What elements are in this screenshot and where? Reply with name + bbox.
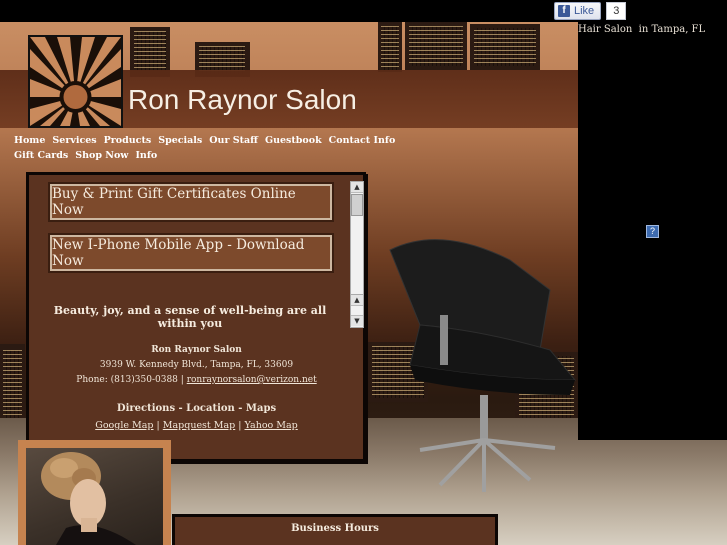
map-separator: | [238, 420, 242, 431]
facebook-like-button[interactable]: f Like [554, 2, 602, 20]
like-label: Like [574, 5, 595, 17]
salon-name: Ron Raynor Salon [151, 345, 242, 355]
directions-title: Directions - Location - Maps [116, 403, 277, 414]
map-links: Google Map | Mapquest Map | Yahoo Map [29, 420, 364, 431]
yahoo-map-link[interactable]: Yahoo Map [245, 420, 298, 431]
facebook-like-widget: f Like 3 [554, 2, 627, 20]
map-separator: | [156, 420, 160, 431]
updo-hairstyle-photo [26, 448, 163, 545]
nav-item-specials[interactable]: Specials [158, 135, 202, 146]
google-map-link[interactable]: Google Map [95, 420, 153, 431]
skyline-building [470, 24, 540, 70]
mapquest-map-link[interactable]: Mapquest Map [163, 420, 235, 431]
nav-item-info[interactable]: Info [135, 150, 157, 161]
mobile-app-button[interactable]: New I-Phone Mobile App - Download Now [50, 235, 332, 271]
phone-text: Phone: (813)350-0388 | [76, 375, 184, 385]
business-hours-box: Business Hours [172, 514, 498, 545]
nav-item-gift-cards[interactable]: Gift Cards [14, 150, 68, 161]
skyline-building [378, 22, 402, 72]
seo-text: Hair Salon in Tampa, FL [578, 24, 706, 35]
scrollbar[interactable]: ▲ ▼ [350, 294, 364, 328]
broken-image-icon[interactable]: ? [646, 225, 659, 238]
photo-frame [18, 440, 171, 545]
tagline: Beauty, joy, and a sense of well-being a… [53, 304, 327, 330]
scroll-down-arrow-icon[interactable]: ▼ [351, 315, 363, 326]
business-hours-title: Business Hours [291, 523, 379, 534]
scroll-up-arrow-icon[interactable]: ▲ [351, 182, 363, 193]
salon-address: 3939 W. Kennedy Blvd., Tampa, FL, 33609 [99, 360, 294, 370]
nav-item-services[interactable]: Services [52, 135, 96, 146]
like-count: 3 [606, 2, 627, 20]
nav-item-our-staff[interactable]: Our Staff [209, 135, 258, 146]
skyline-building [405, 22, 467, 70]
nav-item-products[interactable]: Products [104, 135, 152, 146]
nav-item-shop-now[interactable]: Shop Now [75, 150, 128, 161]
salon-chair-image [389, 239, 577, 492]
nav-item-home[interactable]: Home [14, 135, 45, 146]
nav-item-contact-info[interactable]: Contact Info [329, 135, 396, 146]
facebook-f-icon: f [558, 5, 570, 17]
nav-item-guestbook[interactable]: Guestbook [265, 135, 322, 146]
scroll-thumb[interactable] [351, 194, 363, 216]
scrollbar[interactable]: ▲ [350, 181, 364, 299]
sunburst-logo-icon [28, 35, 123, 128]
scroll-up-arrow-icon[interactable]: ▲ [351, 295, 363, 306]
site-title: Ron Raynor Salon [128, 84, 357, 115]
main-nav: Home Services Products Specials Our Staff Gue… [14, 133, 395, 163]
email-link[interactable]: ronraynorsalon@verizon.net [187, 375, 317, 385]
main-content-box: Buy & Print Gift Certificates Online Now… [26, 172, 366, 462]
contact-line: Phone: (813)350-0388 | ronraynorsalon@ve… [29, 375, 364, 385]
gift-certificates-button[interactable]: Buy & Print Gift Certificates Online Now [50, 184, 332, 220]
